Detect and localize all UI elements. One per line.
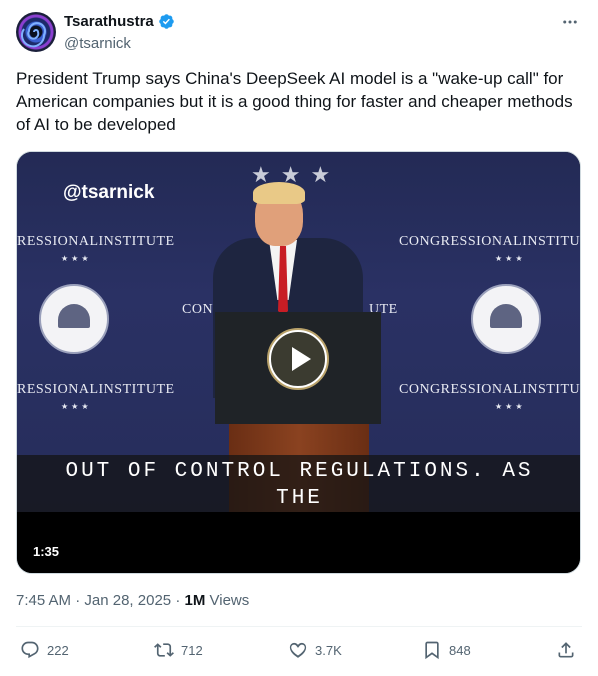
heart-icon [289,642,307,658]
tweet-time[interactable]: 7:45 AM [16,592,71,609]
play-button[interactable] [267,328,329,390]
meta-separator: · [175,592,181,609]
author-handle[interactable]: @tsarnick [64,35,131,52]
bookmark-icon [425,641,439,660]
backdrop-stars: ★★★ [495,254,526,263]
backdrop-stars: ★★★ [61,254,92,263]
video-caption-line-2: THE [276,487,323,510]
tweet-meta: 7:45 AM · Jan 28, 2025 · 1M Views [16,592,249,609]
repost-count: 712 [181,642,203,658]
author-avatar[interactable] [16,12,56,52]
backdrop-text-right-bottom: CONGRESSIONALINSTITU [399,382,581,397]
reply-icon [21,641,39,659]
video-player[interactable]: ★★★ RESSIONALINSTITUTE ★★★ CONGRESSIONAL… [16,151,581,574]
video-duration: 1:35 [33,544,60,559]
like-button[interactable]: 3.7K [288,640,342,660]
bookmark-button[interactable]: 848 [422,640,471,660]
bookmark-count: 848 [449,642,471,658]
congressional-seal [471,284,541,354]
more-options-button[interactable] [560,12,580,32]
reply-count: 222 [47,642,69,658]
swirl-avatar-icon [21,22,46,48]
repost-button[interactable]: 712 [154,640,203,660]
verified-badge-icon [159,14,174,29]
congressional-seal [39,284,109,354]
views-count: 1M [184,592,206,609]
share-icon [558,642,574,658]
video-frame: ★★★ RESSIONALINSTITUTE ★★★ CONGRESSIONAL… [17,152,581,512]
views-label: Views [209,592,250,609]
backdrop-stars: ★★★ [61,402,92,411]
video-watermark: @tsarnick [63,182,155,203]
divider [16,626,582,627]
backdrop-text-left-bottom: RESSIONALINSTITUTE [17,382,175,397]
backdrop-text-right-top: CONGRESSIONALINSTITU [399,234,581,249]
repost-icon [154,643,174,657]
backdrop-stars: ★★★ [495,402,526,411]
meta-separator: · [75,592,81,609]
backdrop-text-left-top: RESSIONALINSTITUTE [17,234,175,249]
video-bottom-bar [17,512,580,573]
reply-button[interactable]: 222 [20,640,69,660]
speaker-hair [253,182,305,204]
backdrop-text-center-left: CON [182,302,214,317]
play-icon [269,330,327,388]
more-dots-icon [563,20,577,24]
author-display-name[interactable]: Tsarathustra [64,13,154,30]
action-bar: 222 712 3.7K 848 [16,640,582,664]
video-caption-line-1: OUT OF CONTROL REGULATIONS. AS [65,460,534,483]
author-name-row: Tsarathustra [64,13,175,30]
like-count: 3.7K [315,642,342,658]
share-button[interactable] [556,640,576,660]
tweet-text: President Trump says China's DeepSeek AI… [16,69,573,134]
tweet-date[interactable]: Jan 28, 2025 [84,592,171,609]
